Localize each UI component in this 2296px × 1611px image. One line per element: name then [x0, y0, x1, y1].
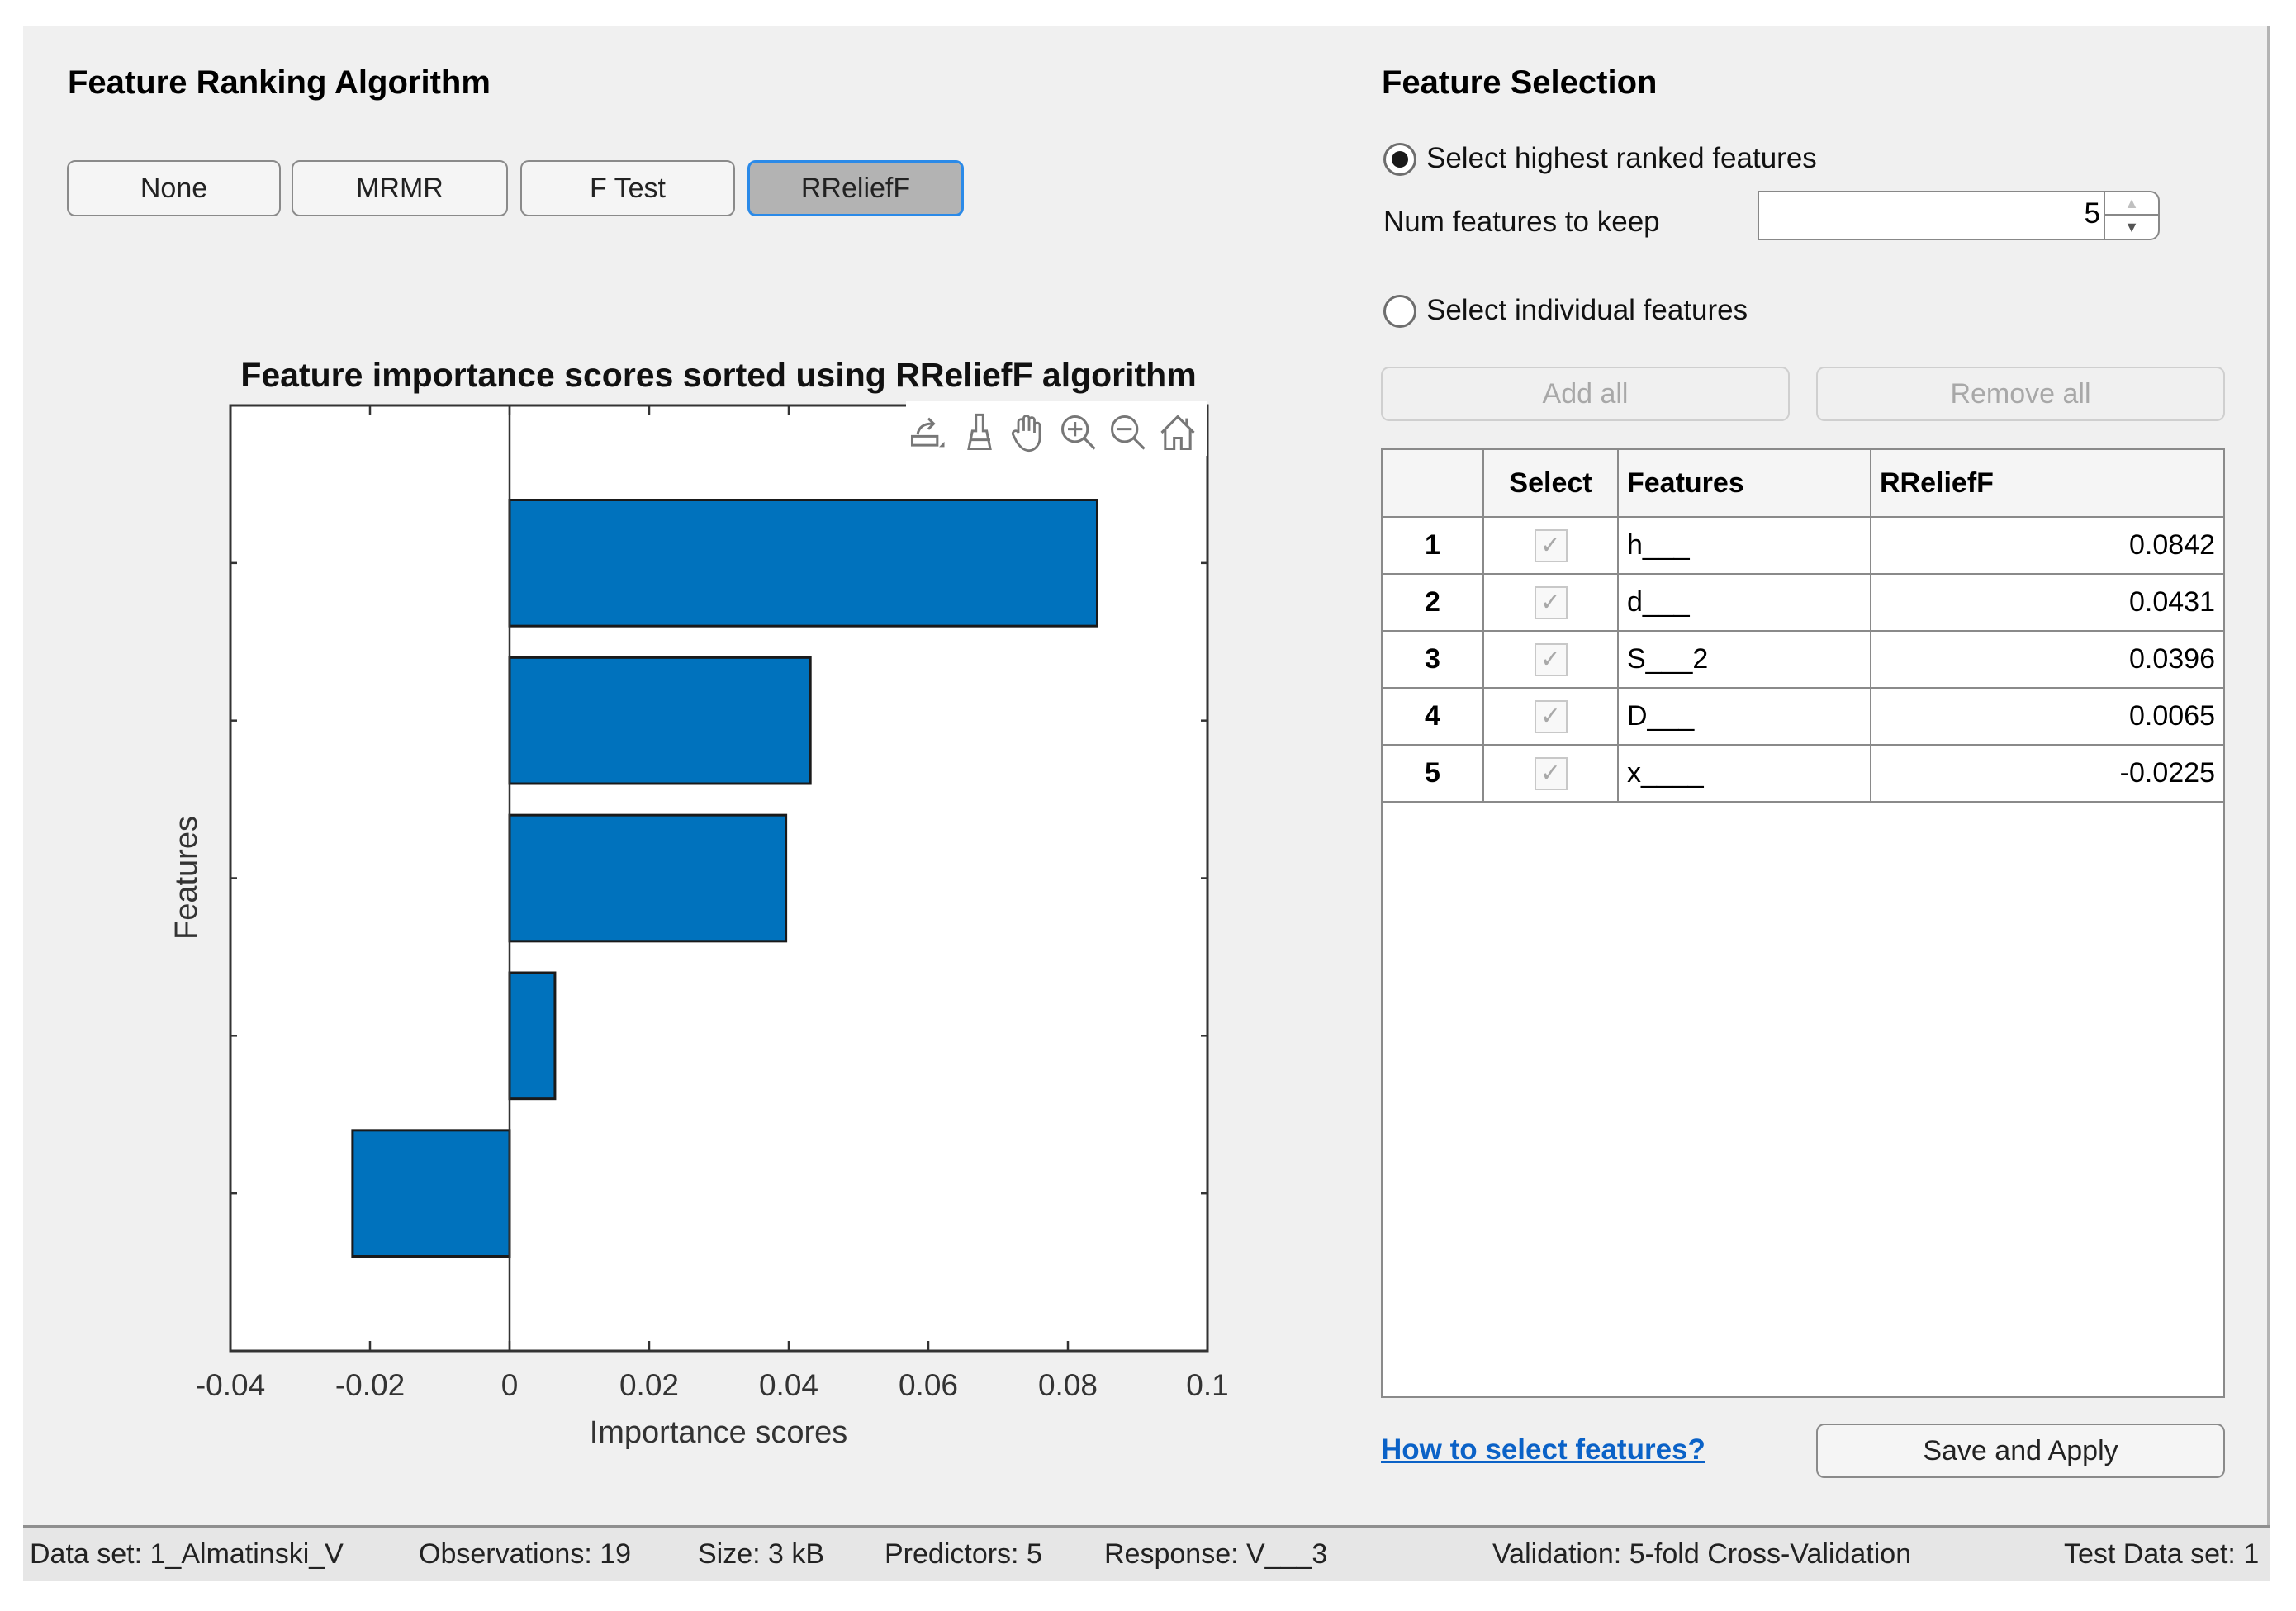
row-index: 5 [1383, 746, 1484, 801]
pan-icon[interactable] [1008, 411, 1051, 454]
features-table: Select Features RReliefF 1 ✓ h___ 0.0842 2 ✓ d… [1381, 448, 2225, 1398]
x-tick-label: 0.08 [1038, 1368, 1098, 1402]
help-link[interactable]: How to select features? [1381, 1433, 1705, 1466]
table-header: Select Features RReliefF [1383, 450, 2223, 518]
num-features-label: Num features to keep [1383, 206, 1660, 238]
x-axis-label: Importance scores [590, 1415, 848, 1450]
zoom-in-icon[interactable] [1057, 411, 1100, 454]
select-checkbox[interactable]: ✓ [1534, 699, 1568, 733]
x-tick-label: -0.04 [196, 1368, 265, 1402]
export-icon[interactable] [907, 411, 950, 454]
header-score[interactable]: RReliefF [1871, 450, 2223, 516]
y-axis-label: Features [169, 816, 204, 940]
row-select-cell: ✓ [1484, 575, 1619, 630]
row-score: 0.0431 [2129, 586, 2215, 618]
row-score: 0.0396 [2129, 643, 2215, 675]
x-tick-label: 0.04 [759, 1368, 818, 1402]
row-feature: D___ [1619, 689, 1871, 744]
home-icon[interactable] [1156, 411, 1199, 454]
radio-individual[interactable] [1383, 295, 1416, 328]
table-row[interactable]: 5 ✓ x____ -0.0225 [1383, 746, 2223, 803]
chart-title: Feature importance scores sorted using R… [240, 356, 1196, 394]
row-score: -0.0225 [2119, 757, 2215, 789]
row-index: 1 [1383, 518, 1484, 573]
remove-all-button[interactable]: Remove all [1816, 367, 2225, 421]
bar-d___ [508, 656, 812, 785]
table-row[interactable]: 3 ✓ S___2 0.0396 [1383, 632, 2223, 689]
status-predictors: Predictors: 5 [885, 1538, 1042, 1570]
status-test-data: Test Data set: 1 [2064, 1538, 2260, 1570]
select-checkbox[interactable]: ✓ [1534, 528, 1568, 562]
row-feature: x____ [1619, 746, 1871, 801]
x-tick-label: 0.06 [899, 1368, 958, 1402]
header-select[interactable]: Select [1484, 450, 1619, 516]
x-tick-label: 0.1 [1186, 1368, 1228, 1402]
save-and-apply-button[interactable]: Save and Apply [1816, 1424, 2225, 1478]
row-index: 3 [1383, 632, 1484, 687]
row-select-cell: ✓ [1484, 689, 1619, 744]
row-score: 0.0842 [2129, 529, 2215, 561]
row-select-cell: ✓ [1484, 746, 1619, 801]
spinner-up-icon[interactable]: ▲ [2105, 192, 2158, 216]
radio-highest-ranked[interactable] [1383, 143, 1416, 176]
status-response: Response: V___3 [1104, 1538, 1328, 1570]
row-select-cell: ✓ [1484, 518, 1619, 573]
zoom-out-icon[interactable] [1107, 411, 1150, 454]
brush-icon[interactable] [958, 411, 1001, 454]
table-row[interactable]: 4 ✓ D___ 0.0065 [1383, 689, 2223, 746]
importance-chart: Feature importance scores sorted using R… [169, 356, 1229, 1450]
row-feature: S___2 [1619, 632, 1871, 687]
selection-title: Feature Selection [1382, 64, 1658, 101]
add-all-button[interactable]: Add all [1381, 367, 1790, 421]
bar-S___2 [508, 813, 788, 943]
row-feature: d___ [1619, 575, 1871, 630]
bar-D___ [508, 971, 557, 1101]
x-tick-label: 0.02 [619, 1368, 679, 1402]
bar-h___ [508, 499, 1098, 628]
table-row[interactable]: 2 ✓ d___ 0.0431 [1383, 575, 2223, 632]
row-select-cell: ✓ [1484, 632, 1619, 687]
x-tick-label: 0 [501, 1368, 519, 1402]
status-bar: Data set: 1_Almatinski_V Observations: 1… [23, 1525, 2270, 1581]
status-validation: Validation: 5-fold Cross-Validation [1492, 1538, 1912, 1570]
row-score: 0.0065 [2129, 700, 2215, 732]
spinner-down-icon[interactable]: ▼ [2105, 216, 2158, 239]
radio-individual-label[interactable]: Select individual features [1426, 294, 1748, 327]
select-checkbox[interactable]: ✓ [1534, 756, 1568, 790]
row-index: 4 [1383, 689, 1484, 744]
select-checkbox[interactable]: ✓ [1534, 642, 1568, 676]
status-observations: Observations: 19 [419, 1538, 632, 1570]
status-size: Size: 3 kB [698, 1538, 825, 1570]
select-checkbox[interactable]: ✓ [1534, 585, 1568, 619]
header-index [1383, 450, 1484, 516]
status-dataset: Data set: 1_Almatinski_V [30, 1538, 344, 1570]
radio-highest-ranked-label[interactable]: Select highest ranked features [1426, 142, 1817, 175]
num-features-spinner[interactable]: 5 ▲ ▼ [1758, 191, 2160, 240]
table-row[interactable]: 1 ✓ h___ 0.0842 [1383, 518, 2223, 575]
header-features[interactable]: Features [1619, 450, 1871, 516]
x-tick-label: -0.02 [335, 1368, 405, 1402]
radio-dot [1392, 151, 1408, 168]
row-feature: h___ [1619, 518, 1871, 573]
row-index: 2 [1383, 575, 1484, 630]
bar-x____ [351, 1129, 511, 1258]
num-features-value[interactable]: 5 [2085, 197, 2100, 230]
